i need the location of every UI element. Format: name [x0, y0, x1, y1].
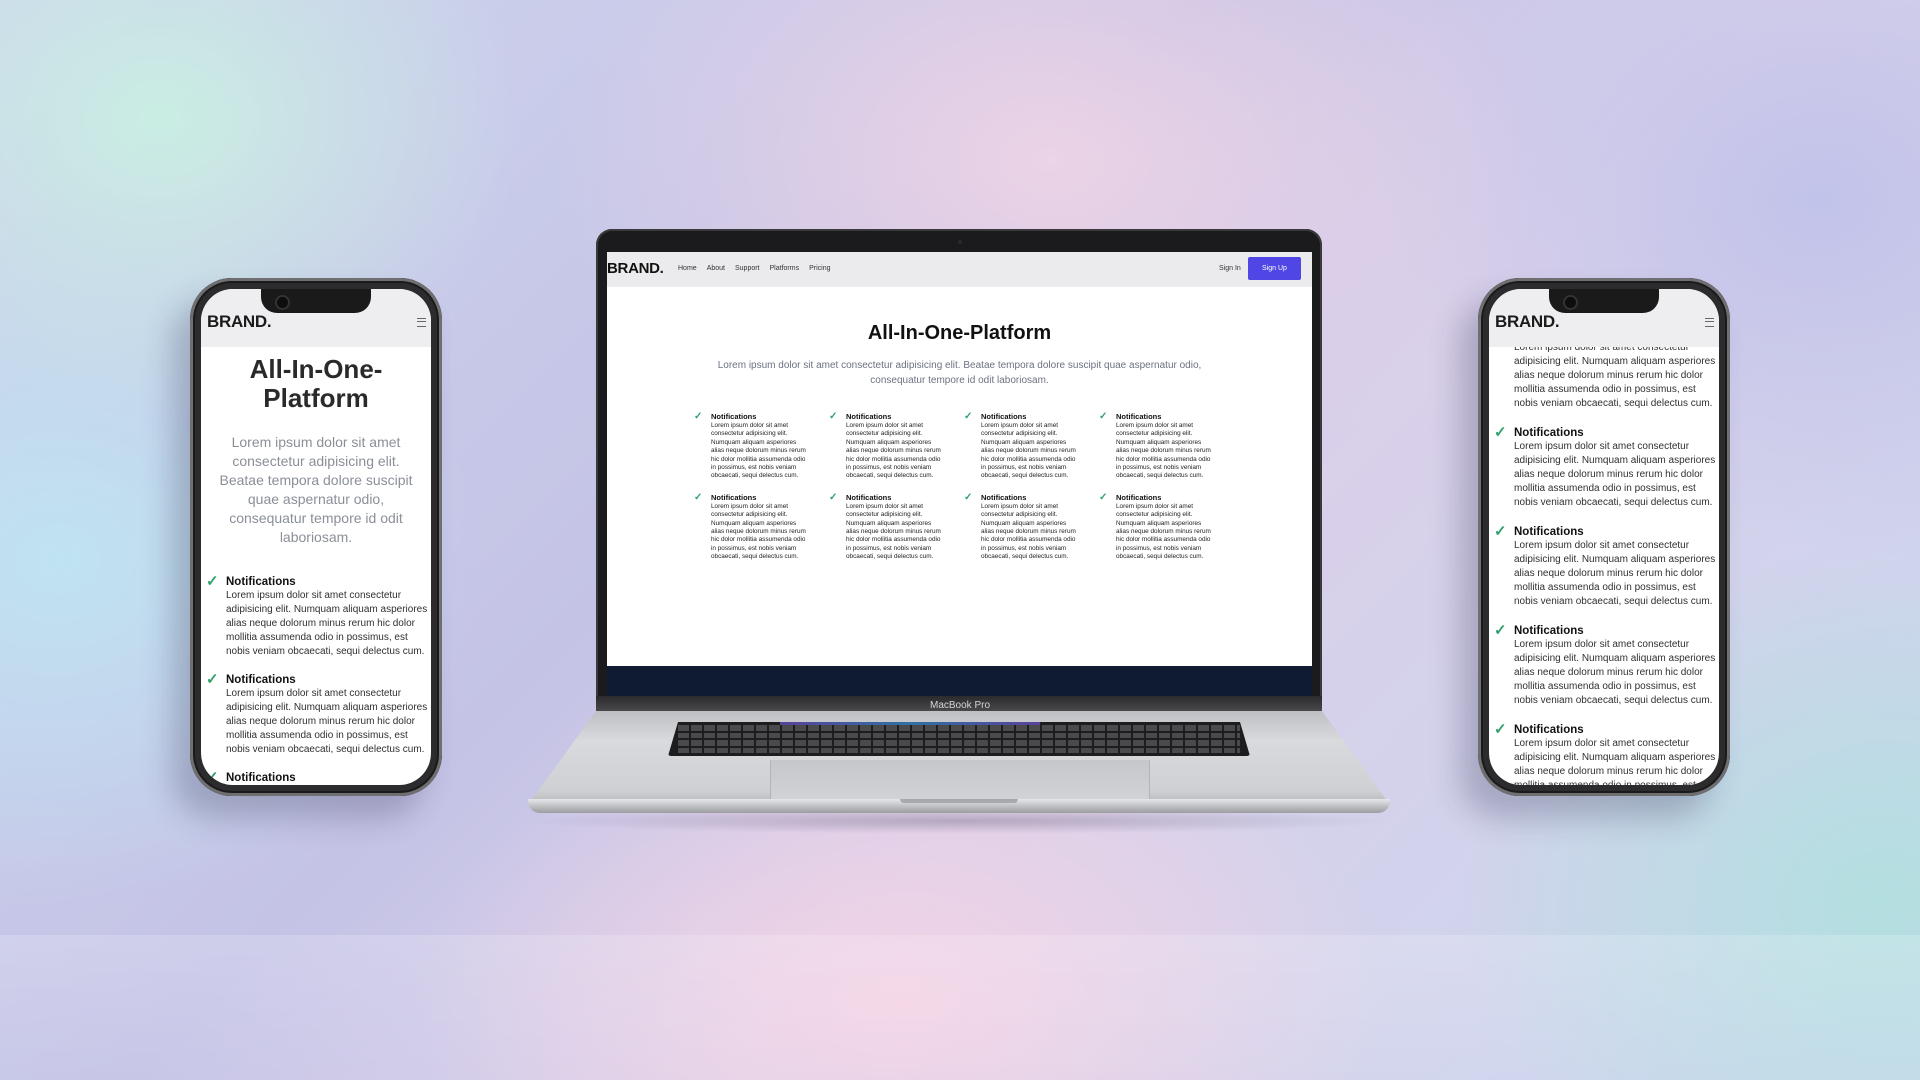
phone-left: BRAND. All-In-One- Platform Lorem ipsum …: [190, 278, 442, 796]
lead-text: Lorem ipsum dolor sit amet consectetur a…: [717, 360, 1202, 386]
feature-title: Notifications: [1514, 625, 1584, 637]
feature-item: ✓ Notifications Lorem ipsum dolor sit am…: [1489, 721, 1719, 785]
feature-item: ✓ Notifications Lorem ipsum dolor sit amet…: [962, 491, 1097, 562]
feature-text: Lorem ipsum dolor sit amet consectetur a…: [1514, 540, 1716, 607]
feature-title: Notifications: [1514, 526, 1584, 538]
feature-text: Lorem ipsum dolor sit amet consectetur a…: [846, 502, 941, 561]
feature-list: ✓ Notifications Lorem ipsum dolor sit am…: [1489, 327, 1719, 785]
title-line-1: All-In-One-: [249, 354, 383, 384]
feature-item: ✓ Notifications Lorem ipsum dolor sit amet…: [1097, 412, 1232, 481]
phone-screen: BRAND. ✓ Notifications Lorem ipsum dolor…: [1489, 289, 1719, 785]
feature-title: Notifications: [1514, 427, 1584, 439]
feature-item: ✓ Notifications Lorem ipsum dolor sit amet…: [962, 412, 1097, 481]
feature-grid: ✓ Notifications Lorem ipsum dolor sit amet…: [692, 412, 1232, 562]
brand-logo[interactable]: BRAND.: [607, 260, 664, 277]
nav-link-home[interactable]: Home: [678, 265, 697, 272]
page-title: All-In-One- Platform: [201, 355, 431, 413]
lead-text: Lorem ipsum dolor sit amet consectetur a…: [219, 434, 413, 545]
phone-right: BRAND. ✓ Notifications Lorem ipsum dolor…: [1478, 278, 1730, 796]
check-icon: ✓: [1494, 721, 1507, 738]
feature-item: ✓ Notifications Lorem ipsum dolor sit amet…: [1097, 491, 1232, 562]
feature-title: Notifications: [981, 492, 1027, 502]
feature-item: ✓ Notifications Lorem ipsum dolor sit amet…: [692, 491, 827, 562]
nav-link-platforms[interactable]: Platforms: [770, 265, 800, 272]
feature-list: ✓ Notifications Lorem ipsum dolor sit am…: [201, 573, 431, 785]
feature-title: Notifications: [981, 412, 1027, 421]
nav-link-pricing[interactable]: Pricing: [809, 265, 830, 272]
nav-link-about[interactable]: About: [707, 265, 725, 272]
feature-title: Notifications: [846, 412, 892, 421]
feature-title: Notifications: [846, 492, 892, 502]
feature-item: ✓ Notifications Lorem ipsum dolor sit amet…: [692, 412, 827, 481]
keyboard: [668, 722, 1250, 756]
phone-camera: [275, 295, 290, 310]
feature-text: Lorem ipsum dolor sit amet consectetur a…: [981, 422, 1076, 480]
brand-logo[interactable]: BRAND.: [1495, 312, 1560, 332]
check-icon: ✓: [206, 671, 219, 688]
feature-text: Lorem ipsum dolor sit amet consectetur a…: [1514, 738, 1716, 785]
check-icon: ✓: [964, 491, 973, 503]
feature-text: Lorem ipsum dolor sit amet consectetur a…: [1514, 441, 1716, 508]
feature-title: Notifications: [1116, 492, 1162, 502]
check-icon: ✓: [829, 411, 838, 422]
feature-item: ✓ Notifications Lorem ipsum dolor sit am…: [1489, 424, 1719, 510]
hamburger-menu-icon[interactable]: [1705, 318, 1714, 327]
feature-item: ✓ Notifications Lorem ipsum dolor sit am…: [201, 671, 431, 757]
trackpad: [770, 760, 1150, 803]
check-icon: ✓: [694, 491, 703, 503]
feature-text: Lorem ipsum dolor sit amet consectetur a…: [1514, 639, 1716, 706]
feature-text: Lorem ipsum dolor sit amet consectetur a…: [981, 502, 1076, 561]
background-floor: [0, 935, 1920, 1080]
feature-title: Notifications: [226, 674, 296, 686]
feature-title: Notifications: [226, 576, 296, 588]
page-title: All-In-One-Platform: [867, 322, 1052, 344]
nav-links: Home About Support Platforms Pricing: [678, 265, 830, 272]
sign-in-link[interactable]: Sign In: [1219, 265, 1241, 272]
check-icon: ✓: [1494, 424, 1507, 441]
check-icon: ✓: [829, 491, 838, 503]
feature-title: Notifications: [711, 492, 757, 502]
hamburger-menu-icon[interactable]: [417, 318, 426, 327]
check-icon: ✓: [206, 573, 219, 590]
feature-text: Lorem ipsum dolor sit amet consectetur a…: [711, 502, 806, 561]
check-icon: ✓: [694, 411, 703, 422]
feature-text: Lorem ipsum dolor sit amet consectetur a…: [846, 422, 941, 480]
feature-item: ✓ Notifications Lorem ipsum dolor sit am…: [1489, 622, 1719, 708]
feature-item: ✓ Notifications Lorem ipsum dolor sit amet…: [827, 412, 962, 481]
check-icon: ✓: [1099, 491, 1108, 503]
phone-camera: [1563, 295, 1578, 310]
feature-item: ✓ Notifications Lorem ipsum dolor sit am…: [201, 573, 431, 659]
feature-item: ✓ Notifications Lorem ipsum dolor sit amet…: [827, 491, 962, 562]
laptop-screen: BRAND. Home About Support Platforms Pric…: [607, 252, 1312, 696]
feature-text: Lorem ipsum dolor sit amet consectetur a…: [1514, 342, 1716, 409]
desktop-navbar: BRAND. Home About Support Platforms Pric…: [607, 252, 1312, 287]
feature-text: Lorem ipsum dolor sit amet consectetur a…: [1116, 502, 1211, 561]
laptop-camera: [958, 240, 962, 244]
touch-bar: [780, 722, 1040, 725]
desktop-footer: [607, 666, 1312, 696]
mobile-content: All-In-One- Platform Lorem ipsum dolor s…: [201, 347, 431, 786]
feature-item: ✓ Notifications Lorem ipsum dolor sit am…: [201, 769, 431, 785]
feature-title: Notifications: [1116, 412, 1162, 421]
check-icon: ✓: [206, 769, 219, 785]
nav-link-support[interactable]: Support: [735, 265, 760, 272]
sign-up-button[interactable]: Sign Up: [1248, 257, 1301, 280]
mobile-content-scrolled: ✓ Notifications Lorem ipsum dolor sit am…: [1489, 327, 1719, 785]
check-icon: ✓: [1494, 622, 1507, 639]
feature-text: Lorem ipsum dolor sit amet consectetur a…: [226, 688, 428, 755]
check-icon: ✓: [1494, 523, 1507, 540]
feature-title: Notifications: [1514, 724, 1584, 736]
feature-item: ✓ Notifications Lorem ipsum dolor sit am…: [1489, 523, 1719, 609]
check-icon: ✓: [964, 411, 973, 422]
feature-text: Lorem ipsum dolor sit amet consectetur a…: [1116, 422, 1211, 480]
feature-title: Notifications: [226, 772, 296, 784]
feature-text: Lorem ipsum dolor sit amet consectetur a…: [711, 422, 806, 480]
brand-logo[interactable]: BRAND.: [207, 312, 272, 332]
title-line-2: Platform: [263, 383, 369, 413]
check-icon: ✓: [1099, 411, 1108, 422]
laptop-lip-notch: [900, 799, 1018, 803]
feature-text: Lorem ipsum dolor sit amet consectetur a…: [226, 590, 428, 657]
feature-title: Notifications: [711, 412, 757, 421]
